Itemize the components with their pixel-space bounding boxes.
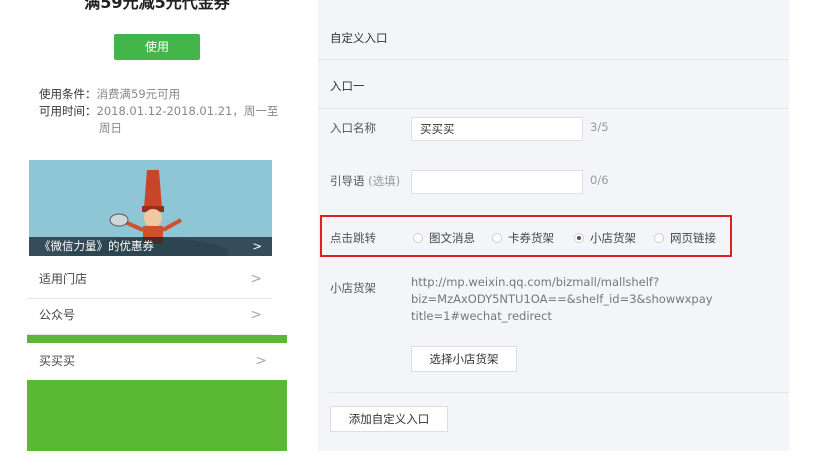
- guide-text-label-main: 引导语: [330, 174, 365, 188]
- select-shop-shelf-button[interactable]: 选择小店货架: [411, 346, 517, 372]
- usage-condition: 使用条件：消费满59元可用: [39, 86, 180, 102]
- list-item-label: 适用门店: [39, 272, 88, 286]
- radio-web-link[interactable]: 网页链接: [654, 230, 716, 246]
- coupon-preview: 满59元减5元代金券 使用 使用条件：消费满59元可用 可用时间：2018.01…: [27, 0, 287, 451]
- usage-condition-label: 使用条件：: [39, 87, 97, 101]
- guide-text-counter: 0/6: [590, 173, 609, 187]
- radio-label: 卡券货架: [508, 231, 554, 245]
- optional-hint: (选填): [368, 174, 401, 188]
- coupon-banner[interactable]: 《微信力量》的优惠券 >: [29, 160, 272, 256]
- shop-shelf-url-line: title=1#wechat_redirect: [411, 309, 552, 323]
- banner-caption: 《微信力量》的优惠券: [39, 239, 154, 253]
- click-jump-label: 点击跳转: [330, 231, 376, 245]
- shop-shelf-url: http://mp.weixin.qq.com/bizmall/mallshel…: [411, 274, 731, 325]
- usage-time: 可用时间：2018.01.12-2018.01.21，周一至: [39, 103, 278, 119]
- list-item-stores[interactable]: 适用门店 >: [27, 261, 272, 299]
- entry-name-input[interactable]: 买买买: [411, 117, 583, 141]
- section-title: 自定义入口: [330, 31, 388, 45]
- entry-title: 入口一: [330, 79, 365, 93]
- usage-condition-value: 消费满59元可用: [96, 87, 181, 101]
- radio-shop-shelf[interactable]: 小店货架: [574, 230, 636, 246]
- radio-label: 网页链接: [670, 231, 716, 245]
- usage-time-label: 可用时间：: [39, 104, 97, 118]
- usage-time-continued: 周日: [99, 121, 122, 135]
- guide-text-label: 引导语 (选填): [330, 173, 400, 189]
- list-item-label: 公众号: [39, 308, 76, 322]
- radio-label: 小店货架: [590, 231, 636, 245]
- usage-time-value: 2018.01.12-2018.01.21，周一至: [96, 104, 279, 118]
- coupon-card: 满59元减5元代金券 使用 使用条件：消费满59元可用 可用时间：2018.01…: [27, 0, 287, 335]
- entry-name-label: 入口名称: [330, 121, 376, 135]
- chevron-right-icon: >: [252, 239, 262, 253]
- radio-circle-icon: [492, 233, 502, 243]
- list-item-official-account[interactable]: 公众号 >: [27, 297, 272, 335]
- banner-caption-bar: 《微信力量》的优惠券 >: [29, 237, 272, 256]
- add-custom-entry-button[interactable]: 添加自定义入口: [330, 406, 448, 432]
- radio-label: 图文消息: [429, 231, 475, 245]
- entry-header: 入口一: [318, 60, 789, 109]
- click-jump-row: 点击跳转 图文消息 卡券货架 小店货架 网页链接: [320, 215, 732, 257]
- radio-circle-icon: [413, 233, 423, 243]
- shop-shelf-url-line: biz=MzAxODY5NTU1OA==&shelf_id=3&showwxpa…: [411, 292, 713, 306]
- chevron-right-icon: >: [255, 353, 267, 369]
- shop-shelf-url-line: http://mp.weixin.qq.com/bizmall/mallshel…: [411, 275, 660, 289]
- entry-name-counter: 3/5: [590, 120, 609, 134]
- radio-card-shelf[interactable]: 卡券货架: [492, 230, 554, 246]
- custom-entry-preview[interactable]: 买买买 >: [27, 343, 287, 380]
- use-button[interactable]: 使用: [114, 34, 200, 60]
- guide-text-input[interactable]: [411, 170, 583, 194]
- coupon-title: 满59元减5元代金券: [84, 0, 230, 12]
- chevron-right-icon: >: [250, 271, 262, 287]
- shop-shelf-label: 小店货架: [330, 281, 376, 295]
- radio-article-message[interactable]: 图文消息: [413, 230, 475, 246]
- divider: [330, 392, 789, 393]
- section-header: 自定义入口: [318, 0, 789, 60]
- custom-entry-label: 买买买: [39, 354, 76, 368]
- radio-selected-icon: [574, 233, 584, 243]
- chevron-right-icon: >: [250, 307, 262, 323]
- radio-circle-icon: [654, 233, 664, 243]
- custom-entry-settings: 自定义入口 入口一 入口名称 买买买 3/5 引导语 (选填) 0/6 点击跳转…: [318, 0, 789, 451]
